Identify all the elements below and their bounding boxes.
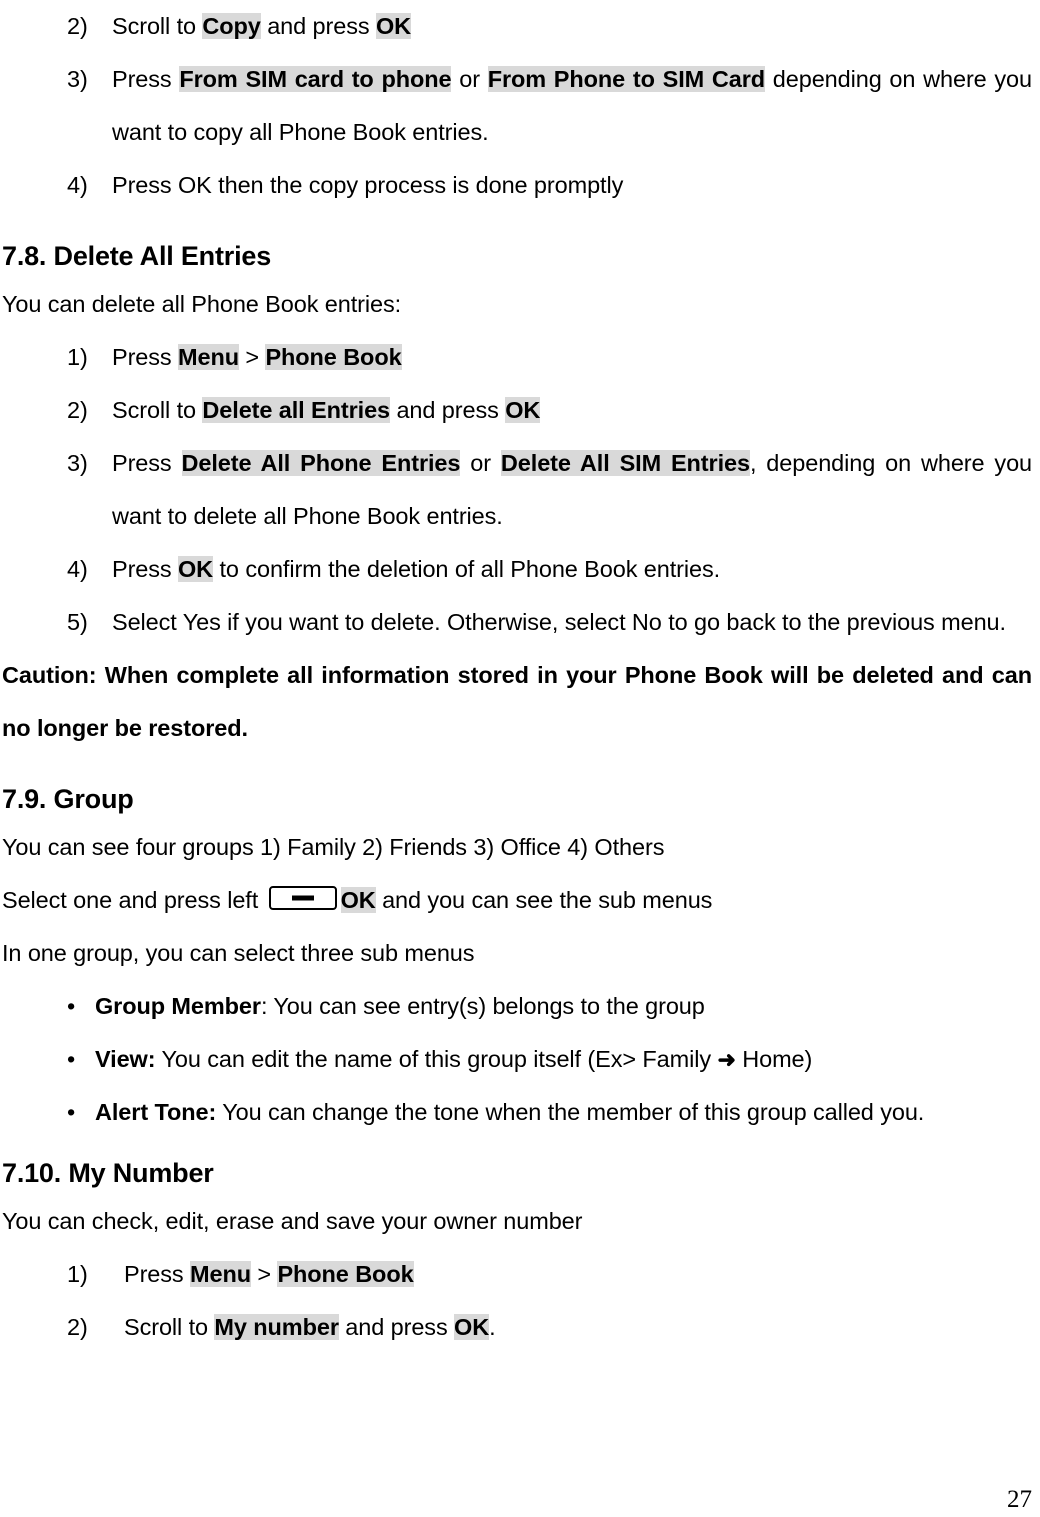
list-marker: 3) — [67, 66, 88, 92]
delete-all-entries-step-list: 1) Press Menu > Phone Book 2) Scroll to … — [2, 331, 1032, 649]
list-item-text: Press From SIM card to phone or From Pho… — [112, 66, 1032, 145]
group-types-line: You can see four groups 1) Family 2) Fri… — [2, 834, 665, 860]
copy-entries-step-list: 2) Scroll to Copy and press OK 3) Press … — [2, 0, 1032, 212]
select-group-text-after: and you can see the sub menus — [375, 887, 713, 913]
list-item: 1) Press Menu > Phone Book — [2, 331, 1032, 384]
list-item-text: Press Menu > Phone Book — [124, 1261, 414, 1287]
list-marker: 3) — [67, 450, 88, 476]
list-item: 2) Scroll to My number and press OK. — [2, 1301, 1032, 1354]
group-submenu-list: • Group Member: You can see entry(s) bel… — [2, 980, 1032, 1139]
list-item-text: Press OK to confirm the deletion of all … — [112, 556, 721, 582]
list-item: 5) Select Yes if you want to delete. Oth… — [2, 596, 1032, 649]
section-7-8-intro: You can delete all Phone Book entries: — [2, 291, 402, 317]
list-marker: 5) — [67, 609, 88, 635]
section-heading-7-8: 7.8. Delete All Entries — [2, 241, 272, 271]
list-item-text: Scroll to My number and press OK. — [124, 1314, 496, 1340]
list-marker: 1) — [67, 1261, 88, 1287]
list-item-text: Alert Tone: You can change the tone when… — [95, 1099, 925, 1125]
my-number-step-list: 1) Press Menu > Phone Book 2) Scroll to … — [2, 1248, 1032, 1354]
select-group-line: Select one and press left OK and you can… — [2, 874, 1032, 927]
list-item-text: Select Yes if you want to delete. Otherw… — [112, 609, 1006, 635]
list-item: 2) Scroll to Delete all Entries and pres… — [2, 384, 1032, 437]
bullet-glyph: • — [67, 1099, 76, 1125]
ok-key-label: OK — [340, 887, 376, 913]
list-item: • Group Member: You can see entry(s) bel… — [2, 980, 1032, 1033]
select-group-text-before: Select one and press left — [2, 887, 265, 913]
list-marker: 2) — [67, 397, 88, 423]
list-marker: 4) — [67, 556, 88, 582]
section-heading-7-9: 7.9. Group — [2, 784, 134, 814]
submenu-count-line: In one group, you can select three sub m… — [2, 940, 475, 966]
bullet-glyph: • — [67, 993, 76, 1019]
list-marker: 4) — [67, 172, 88, 198]
bullet-glyph: • — [67, 1046, 76, 1072]
list-item-text: Group Member: You can see entry(s) belon… — [95, 993, 705, 1019]
list-item: • View: You can edit the name of this gr… — [2, 1033, 1032, 1086]
section-7-10-intro: You can check, edit, erase and save your… — [2, 1208, 583, 1234]
list-item: • Alert Tone: You can change the tone wh… — [2, 1086, 1032, 1139]
left-softkey-icon — [268, 886, 337, 910]
list-marker: 1) — [67, 344, 88, 370]
list-marker: 2) — [67, 1314, 88, 1340]
list-item: 1) Press Menu > Phone Book — [2, 1248, 1032, 1301]
list-item-text: Scroll to Delete all Entries and press O… — [112, 397, 541, 423]
list-item: 4) Press OK then the copy process is don… — [2, 159, 1032, 212]
list-item: 3) Press Delete All Phone Entries or Del… — [2, 437, 1032, 543]
list-item: 3) Press From SIM card to phone or From … — [2, 53, 1032, 159]
section-heading-7-10: 7.10. My Number — [2, 1158, 214, 1188]
list-item: 4) Press OK to confirm the deletion of a… — [2, 543, 1032, 596]
list-item-text: View: You can edit the name of this grou… — [95, 1046, 813, 1072]
document-page: 2) Scroll to Copy and press OK 3) Press … — [0, 0, 1040, 1517]
list-item-text: Scroll to Copy and press OK — [112, 13, 412, 39]
list-item-text: Press OK then the copy process is done p… — [112, 172, 624, 198]
list-marker: 2) — [67, 13, 88, 39]
list-item-text: Press Delete All Phone Entries or Delete… — [112, 450, 1033, 529]
list-item-text: Press Menu > Phone Book — [112, 344, 402, 370]
page-number: 27 — [1007, 1486, 1032, 1513]
caution-note: Caution: When complete all information s… — [2, 662, 1032, 741]
list-item: 2) Scroll to Copy and press OK — [2, 0, 1032, 53]
